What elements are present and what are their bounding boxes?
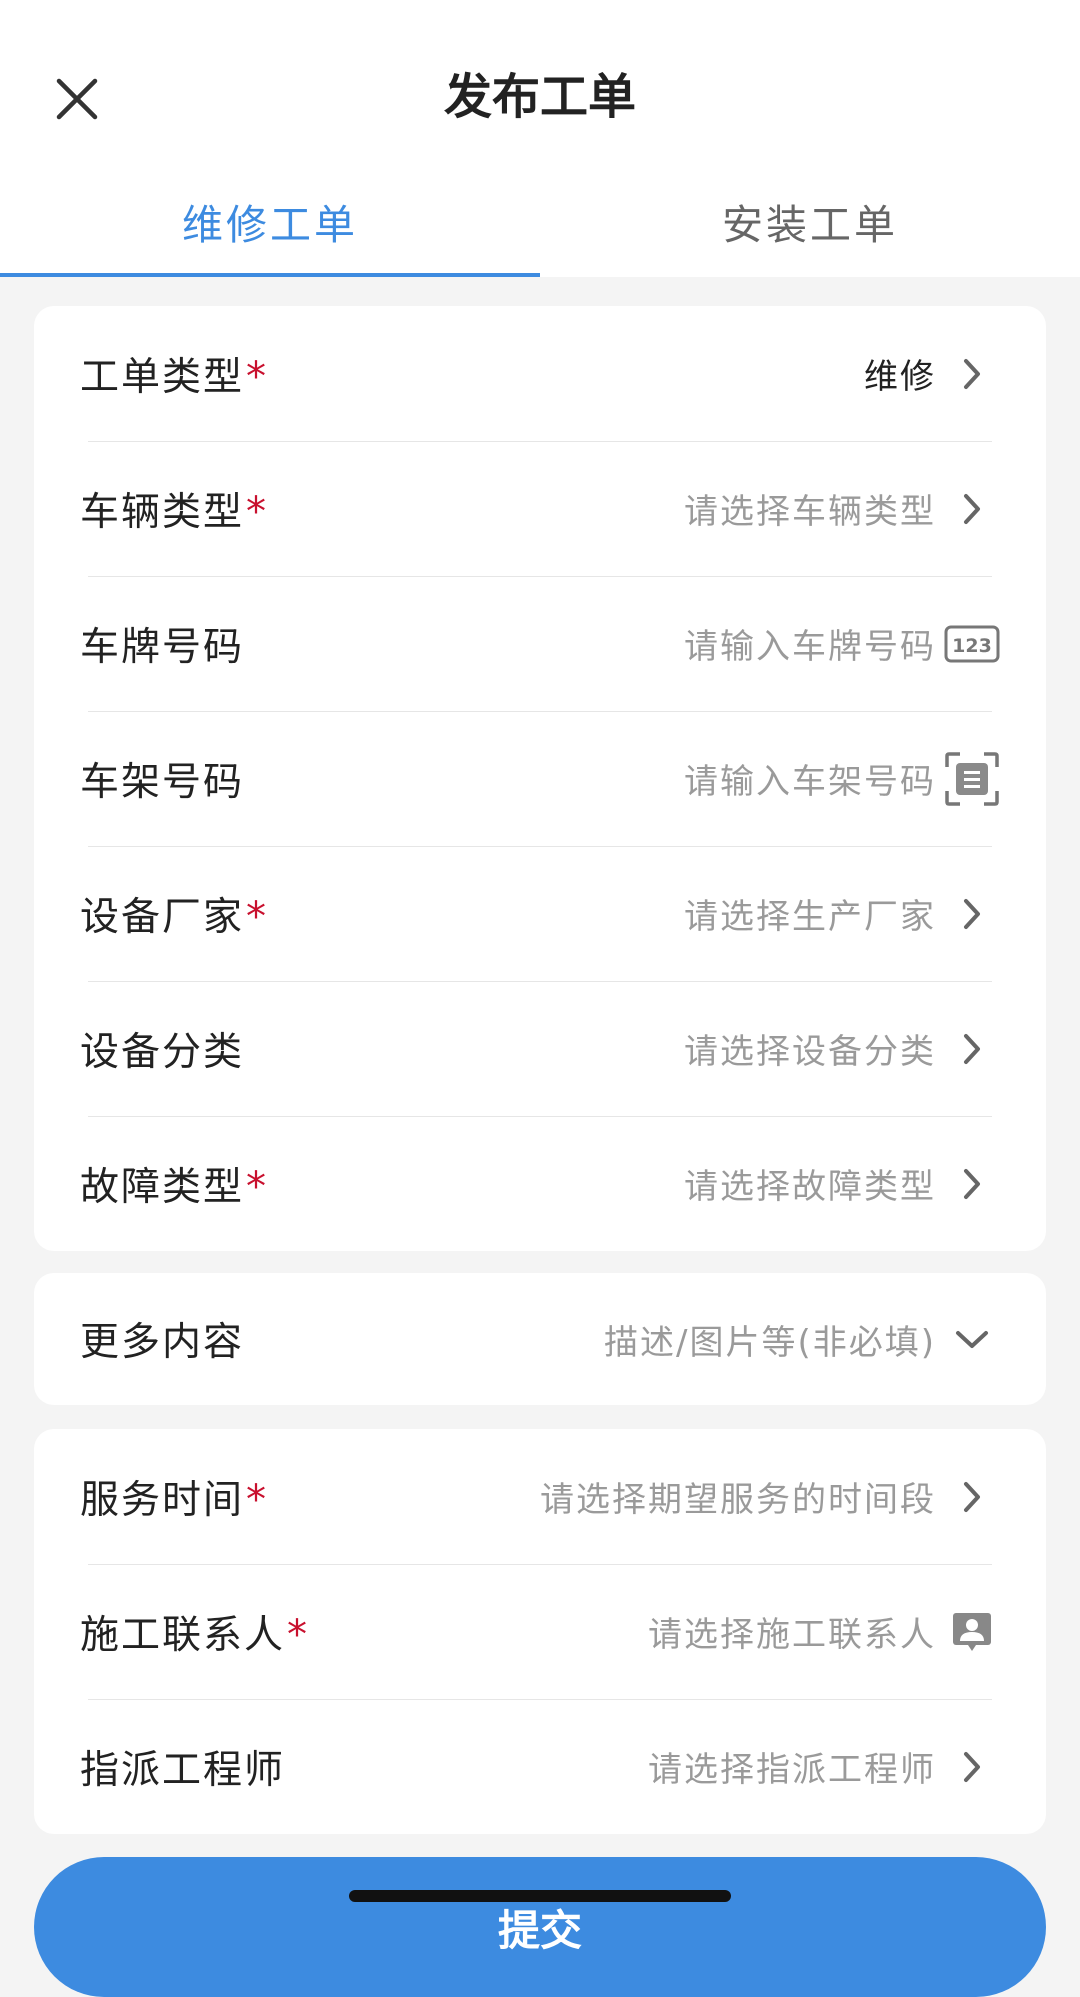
field-label: 车辆类型*	[80, 488, 269, 535]
field-label: 指派工程师	[80, 1747, 286, 1793]
submit-button[interactable]: 提交	[34, 1857, 1046, 1997]
page-title: 发布工单	[443, 69, 636, 125]
vin-number-input[interactable]: 请输入车架号码	[684, 754, 936, 803]
field-placeholder: 请选择生产厂家	[684, 897, 936, 937]
field-placeholder: 请选择施工联系人	[648, 1615, 936, 1655]
field-placeholder: 请选择指派工程师	[648, 1750, 936, 1790]
required-mark: *	[287, 1611, 310, 1658]
field-site-contact[interactable]: 施工联系人* 请选择施工联系人	[34, 1564, 1046, 1699]
required-mark: *	[246, 488, 269, 535]
field-label: 服务时间*	[80, 1476, 269, 1523]
field-label: 设备厂家*	[80, 893, 269, 940]
chevron-right-icon	[944, 1739, 1000, 1795]
field-placeholder: 请选择故障类型	[684, 1167, 936, 1207]
chevron-right-icon	[944, 1021, 1000, 1077]
field-assign-engineer[interactable]: 指派工程师 请选择指派工程师	[34, 1699, 1046, 1834]
field-placeholder: 请选择期望服务的时间段	[540, 1480, 936, 1520]
required-mark: *	[246, 353, 269, 400]
plate-number-input[interactable]: 请输入车牌号码	[684, 619, 936, 668]
field-service-time[interactable]: 服务时间* 请选择期望服务的时间段	[34, 1429, 1046, 1564]
field-value: 维修	[864, 357, 936, 397]
field-order-type[interactable]: 工单类型* 维修	[34, 306, 1046, 441]
chevron-right-icon	[944, 1469, 1000, 1525]
field-label: 车架号码	[80, 759, 245, 805]
field-label: 工单类型*	[80, 353, 269, 400]
field-more-content[interactable]: 更多内容 描述/图片等(非必填)	[34, 1273, 1046, 1405]
chevron-right-icon	[944, 481, 1000, 537]
field-placeholder: 请选择设备分类	[684, 1032, 936, 1072]
keypad-123-icon[interactable]: 123	[944, 616, 1000, 672]
required-mark: *	[246, 1163, 269, 1210]
field-device-category[interactable]: 设备分类 请选择设备分类	[34, 981, 1046, 1116]
field-label: 故障类型*	[80, 1163, 269, 1210]
field-label: 设备分类	[80, 1029, 245, 1075]
required-mark: *	[246, 893, 269, 940]
chevron-right-icon	[944, 346, 1000, 402]
required-mark: *	[246, 1476, 269, 1523]
field-vehicle-type[interactable]: 车辆类型* 请选择车辆类型	[34, 441, 1046, 576]
field-label: 更多内容	[80, 1320, 245, 1365]
tab-install-order[interactable]: 安装工单	[540, 165, 1080, 277]
field-vin-number[interactable]: 车架号码 请输入车架号码	[34, 711, 1046, 846]
field-manufacturer[interactable]: 设备厂家* 请选择生产厂家	[34, 846, 1046, 981]
service-form-card: 服务时间* 请选择期望服务的时间段 施工联系人* 请选择施工联系人 指派工程师 …	[34, 1429, 1046, 1834]
chevron-right-icon	[944, 1156, 1000, 1212]
home-indicator	[349, 1890, 731, 1902]
tab-repair-order[interactable]: 维修工单	[0, 165, 540, 277]
scan-document-icon[interactable]	[944, 751, 1000, 807]
field-fault-type[interactable]: 故障类型* 请选择故障类型	[34, 1116, 1046, 1251]
field-placeholder: 描述/图片等(非必填)	[604, 1322, 936, 1363]
chevron-down-icon	[944, 1311, 1000, 1367]
contact-card-icon[interactable]	[944, 1604, 1000, 1660]
main-form-card: 工单类型* 维修 车辆类型* 请选择车辆类型 车牌号码 请输入车牌号码 123 …	[34, 306, 1046, 1251]
field-plate-number[interactable]: 车牌号码 请输入车牌号码 123	[34, 576, 1046, 711]
field-label: 车牌号码	[80, 624, 245, 670]
svg-text:123: 123	[952, 635, 992, 657]
chevron-right-icon	[944, 886, 1000, 942]
field-label: 施工联系人*	[80, 1611, 310, 1658]
tab-bar: 维修工单 安装工单	[0, 165, 1080, 277]
more-content-card: 更多内容 描述/图片等(非必填)	[34, 1273, 1046, 1405]
field-placeholder: 请选择车辆类型	[684, 492, 936, 532]
